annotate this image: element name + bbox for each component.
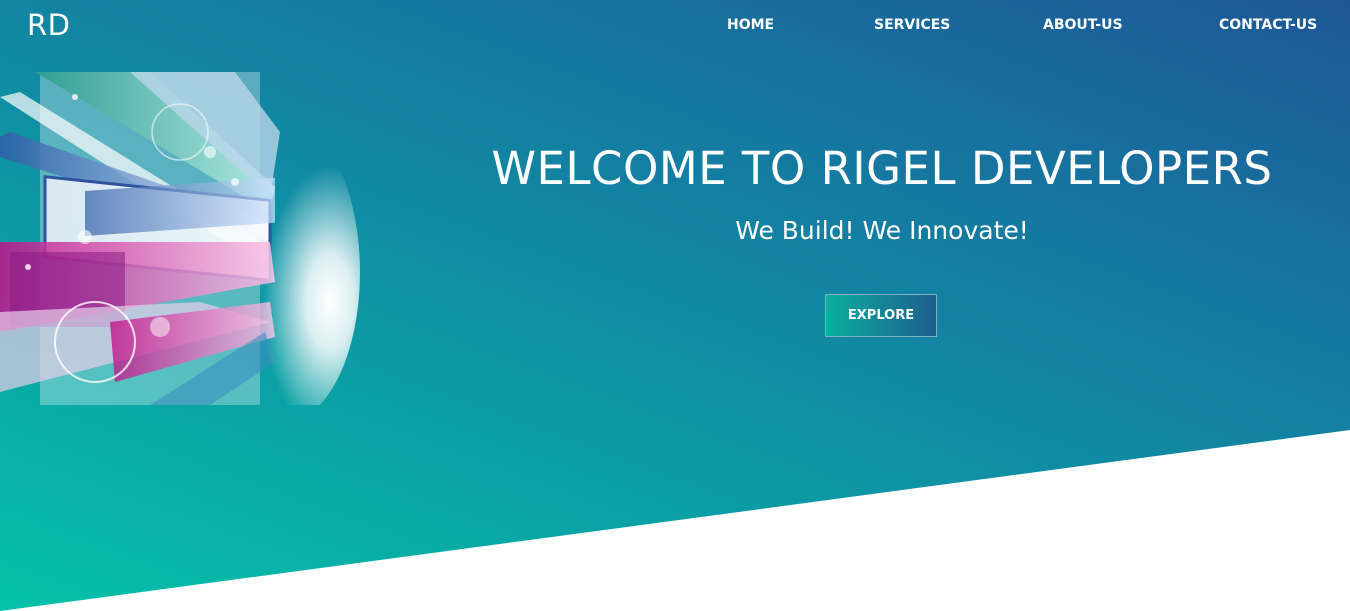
explore-button[interactable]: EXPLORE [825,294,937,337]
nav-contact-us-link[interactable]: CONTACT-US [1219,17,1317,33]
nav-about-us-link[interactable]: ABOUT-US [1043,17,1123,33]
hero-title: WELCOME TO RIGEL DEVELOPERS [491,142,1273,195]
top-nav: HOME SERVICES ABOUT-US CONTACT-US [0,17,1350,37]
nav-services-link[interactable]: SERVICES [874,17,950,33]
hero-illustration [0,72,360,405]
landing-page: RD HOME SERVICES ABOUT-US CONTACT-US WEL… [0,0,1350,611]
hero-subtitle: We Build! We Innovate! [735,216,1029,245]
nav-home-link[interactable]: HOME [727,17,774,33]
